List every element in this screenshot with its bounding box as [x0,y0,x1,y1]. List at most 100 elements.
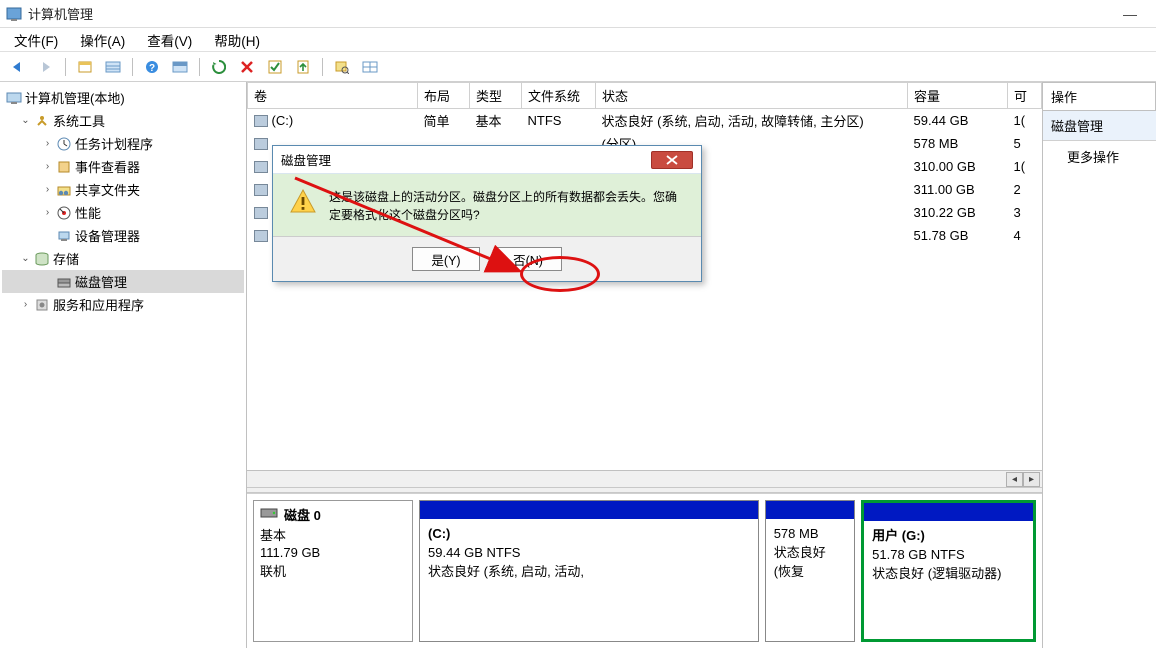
minimize-button[interactable]: — [1110,3,1150,25]
part-rec-status: 状态良好 (恢复 [774,544,846,582]
cell-capacity: 311.00 GB [908,178,1008,201]
tree-shared-folders[interactable]: › 共享文件夹 [2,178,244,201]
scroll-left-icon[interactable]: ◂ [1006,472,1023,487]
disk-size: 111.79 GB [260,545,406,560]
volume-icon [254,207,268,219]
yes-button[interactable]: 是(Y) [412,247,480,271]
disk-type: 基本 [260,525,406,544]
part-c-status: 状态良好 (系统, 启动, 活动, [428,563,750,582]
table-row[interactable]: (C:)简单基本NTFS状态良好 (系统, 启动, 活动, 故障转储, 主分区)… [248,109,1042,133]
show-hide-button[interactable] [73,56,97,78]
actions-more[interactable]: 更多操作 [1043,141,1156,172]
part-g-name: 用户 (G:) [872,527,1025,546]
expand-icon[interactable]: › [42,138,53,149]
partition-strip: (C:) 59.44 GB NTFS 状态良好 (系统, 启动, 活动, 578… [419,500,1036,642]
cell-free: 3 [1008,201,1042,224]
nav-forward-button[interactable] [34,56,58,78]
refresh-icon[interactable] [207,56,231,78]
horizontal-scrollbar[interactable]: ◂ ▸ [247,470,1042,487]
layout-icon[interactable] [358,56,382,78]
scroll-right-icon[interactable]: ▸ [1023,472,1040,487]
menu-help[interactable]: 帮助(H) [210,28,264,52]
dialog-title: 磁盘管理 [281,150,331,169]
svg-text:?: ? [149,63,155,74]
tree-performance[interactable]: › 性能 [2,201,244,224]
col-layout[interactable]: 布局 [418,83,470,109]
tree-storage[interactable]: ⌄ 存储 [2,247,244,270]
menu-file[interactable]: 文件(F) [10,28,62,52]
col-status[interactable]: 状态 [596,83,908,109]
disk-graphical-view: 磁盘 0 基本 111.79 GB 联机 (C:) 59.44 GB NTFS … [247,493,1042,648]
expand-icon[interactable]: › [20,299,31,310]
close-icon[interactable] [651,151,693,169]
scheduler-icon [56,136,72,152]
eventviewer-icon [56,159,72,175]
cell-type: 基本 [470,109,522,133]
col-type[interactable]: 类型 [470,83,522,109]
disk-info-box[interactable]: 磁盘 0 基本 111.79 GB 联机 [253,500,413,642]
volume-icon [254,161,268,173]
storage-icon [34,251,50,267]
cell-free: 1( [1008,109,1042,133]
cell-capacity: 51.78 GB [908,224,1008,247]
menu-view[interactable]: 查看(V) [143,28,196,52]
expand-icon[interactable]: › [42,207,53,218]
tree-disk-management[interactable]: 磁盘管理 [2,270,244,293]
partition-c[interactable]: (C:) 59.44 GB NTFS 状态良好 (系统, 启动, 活动, [419,500,759,642]
col-filesystem[interactable]: 文件系统 [522,83,596,109]
delete-icon[interactable] [235,56,259,78]
tree-event-viewer[interactable]: › 事件查看器 [2,155,244,178]
tree-task-scheduler[interactable]: › 任务计划程序 [2,132,244,155]
view-list-button[interactable] [101,56,125,78]
cell-fs: NTFS [522,109,596,133]
cell-free: 4 [1008,224,1042,247]
toolbar: ? [0,52,1156,82]
nav-tree[interactable]: 计算机管理(本地) ⌄ 系统工具 › 任务计划程序 › 事件查看器 › 共享文件… [0,82,247,648]
help-icon[interactable]: ? [140,56,164,78]
part-g-size: 51.78 GB NTFS [872,546,1025,565]
tree-root-label: 计算机管理(本地) [25,88,125,107]
cell-capacity: 310.22 GB [908,201,1008,224]
actions-header: 操作 [1043,82,1156,111]
col-volume[interactable]: 卷 [248,83,418,109]
volume-icon [254,138,268,150]
expand-icon[interactable]: › [42,184,53,195]
find-icon[interactable] [330,56,354,78]
volume-icon [254,184,268,196]
partition-recovery[interactable]: 578 MB 状态良好 (恢复 [765,500,855,642]
performance-icon [56,205,72,221]
part-rec-size: 578 MB [774,525,846,544]
view-top-button[interactable] [168,56,192,78]
collapse-icon[interactable]: ⌄ [20,253,31,264]
dialog-titlebar[interactable]: 磁盘管理 [273,146,701,174]
dialog-message: 这是该磁盘上的活动分区。磁盘分区上的所有数据都会丢失。您确定要格式化这个磁盘分区… [329,188,685,224]
cell-free: 5 [1008,132,1042,155]
tree-device-manager[interactable]: 设备管理器 [2,224,244,247]
no-button[interactable]: 否(N) [494,247,562,271]
volume-icon [254,115,268,127]
menu-action[interactable]: 操作(A) [76,28,129,52]
dialog-buttons: 是(Y) 否(N) [273,236,701,281]
tree-system-tools[interactable]: ⌄ 系统工具 [2,109,244,132]
partition-g-selected[interactable]: 用户 (G:) 51.78 GB NTFS 状态良好 (逻辑驱动器) [861,500,1036,642]
actions-section[interactable]: 磁盘管理 [1043,111,1156,141]
tree-root[interactable]: 计算机管理(本地) [2,86,244,109]
expand-icon[interactable]: › [42,161,53,172]
check-icon[interactable] [263,56,287,78]
tree-disk-management-label: 磁盘管理 [75,272,127,291]
col-capacity[interactable]: 容量 [908,83,1008,109]
disk-state: 联机 [260,561,406,580]
tree-shared-folders-label: 共享文件夹 [75,180,140,199]
tree-services[interactable]: › 服务和应用程序 [2,293,244,316]
nav-back-button[interactable] [6,56,30,78]
part-c-size: 59.44 GB NTFS [428,544,750,563]
col-free[interactable]: 可 [1008,83,1042,109]
computer-icon [6,90,22,106]
collapse-icon[interactable]: ⌄ [20,115,31,126]
cell-volume: (C:) [272,113,294,128]
save-icon[interactable] [291,56,315,78]
tools-icon [34,113,50,129]
tree-system-tools-label: 系统工具 [53,111,105,130]
device-manager-icon [56,228,72,244]
tree-storage-label: 存储 [53,249,79,268]
